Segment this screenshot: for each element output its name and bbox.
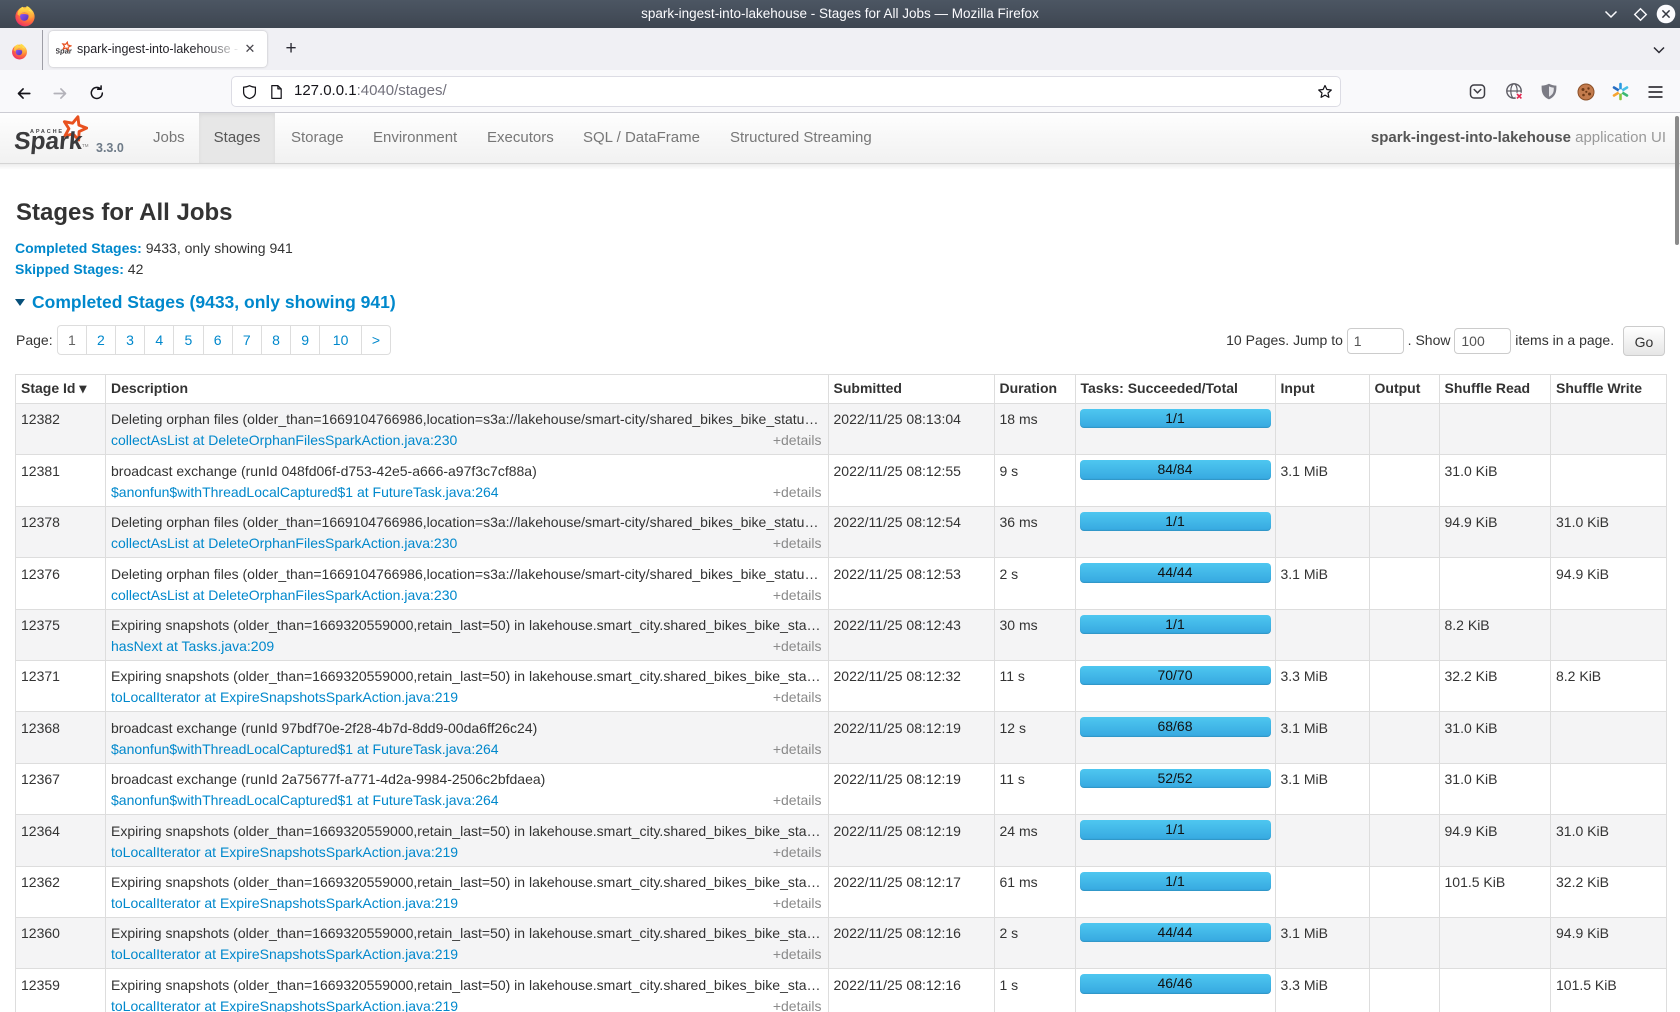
svg-text:Spark: Spark bbox=[56, 47, 72, 56]
